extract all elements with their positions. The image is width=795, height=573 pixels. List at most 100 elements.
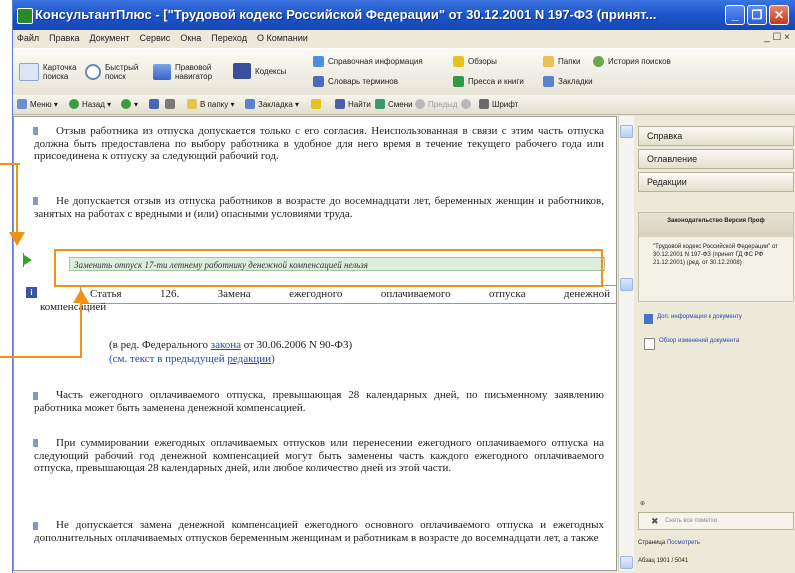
prev-button[interactable]: Предыд <box>415 99 458 109</box>
legal-navigator-icon <box>153 64 171 80</box>
next-button[interactable] <box>461 99 474 109</box>
additional-info-link[interactable]: Доп. информация к документу <box>644 314 742 324</box>
document-view[interactable]: Отзыв работника из отпуска допускается т… <box>13 116 617 571</box>
menu-icon <box>17 99 27 109</box>
redaction-link[interactable]: редакции <box>227 353 271 365</box>
press-books-button[interactable]: Пресса и книги <box>453 76 524 87</box>
reviews-icon <box>453 56 464 67</box>
annotation-line <box>80 302 82 358</box>
reference-info-button[interactable]: Справочная информация <box>313 56 423 67</box>
view-page-link[interactable]: Посмотреть <box>667 540 700 546</box>
expand-toggle[interactable]: ⊕ <box>640 500 645 507</box>
article-title-line2: компенсацией <box>40 301 107 313</box>
paragraph: Не допускается замена денежной компенсац… <box>34 519 604 544</box>
find-button[interactable]: Найти <box>335 99 371 109</box>
menu-service[interactable]: Сервис <box>135 30 176 43</box>
font-button[interactable]: Шрифт <box>479 99 518 109</box>
mdi-controls[interactable]: _ ☐ × <box>764 32 790 43</box>
law-link[interactable]: закона <box>211 339 241 351</box>
quick-search-button[interactable]: Быстрый поиск <box>85 63 145 81</box>
menu-document[interactable]: Документ <box>86 30 136 43</box>
print-icon <box>165 99 175 109</box>
prev-icon <box>415 99 425 109</box>
change-icon <box>375 99 385 109</box>
document-info-panel: Законодательство Версия Проф "Трудовой к… <box>638 212 794 302</box>
title-bar[interactable]: КонсультантПлюс - ["Трудовой кодекс Росс… <box>13 0 795 30</box>
document-scrollbar[interactable] <box>618 116 634 571</box>
menu-about[interactable]: О Компании <box>253 30 314 43</box>
scroll-up-button[interactable] <box>620 125 633 138</box>
highlight-icon <box>311 99 321 109</box>
paragraph: Отзыв работника из отпуска допускается т… <box>34 125 604 163</box>
paragraph: Не допускается отзыв из отпуска работник… <box>34 195 604 220</box>
annotation-arrow-up <box>73 289 89 303</box>
codes-icon <box>233 63 251 79</box>
print-button[interactable] <box>165 99 178 109</box>
restore-button[interactable]: ❐ <box>747 5 767 25</box>
reviews-button[interactable]: Обзоры <box>453 56 497 67</box>
menu-goto[interactable]: Переход <box>207 30 253 43</box>
document-toolbar: Меню ▾ Назад ▾ ▾ В папку ▾ Закладка ▾ На… <box>13 95 795 115</box>
window-title: КонсультантПлюс - ["Трудовой кодекс Росс… <box>35 7 657 22</box>
to-folder-button[interactable]: В папку ▾ <box>187 99 235 109</box>
search-card-icon <box>19 63 39 81</box>
tab-contents[interactable]: Оглавление <box>638 149 794 169</box>
dictionary-icon <box>313 76 324 87</box>
back-button[interactable]: Назад ▾ <box>69 99 111 109</box>
folders-icon <box>543 56 554 67</box>
app-logo-icon <box>17 8 33 24</box>
annotation-highlight-box <box>54 249 603 287</box>
search-history-button[interactable]: История поисков <box>593 56 671 67</box>
tab-redactions[interactable]: Редакции <box>638 172 794 192</box>
scroll-down-button[interactable] <box>620 556 633 569</box>
bookmark-button[interactable]: Закладка ▾ <box>245 99 299 109</box>
close-button[interactable]: ✕ <box>769 5 789 25</box>
press-books-icon <box>453 76 464 87</box>
annotation-arrow-down <box>9 232 25 246</box>
folders-button[interactable]: Папки <box>543 56 581 67</box>
previous-text-info: (см. текст в предыдущей редакции) <box>109 353 275 365</box>
annotation-line <box>0 356 82 358</box>
codes-button[interactable]: Кодексы <box>233 63 303 79</box>
annotation-line <box>16 163 18 233</box>
to-folder-icon <box>187 99 197 109</box>
info-icon[interactable]: i <box>26 287 37 298</box>
article-title-line1: Статья 126. Замена ежегодного оплачиваем… <box>90 288 610 300</box>
change-button[interactable]: Смени <box>375 99 413 109</box>
comment-flag-icon[interactable] <box>24 255 32 265</box>
find-icon <box>335 99 345 109</box>
search-history-icon <box>593 56 604 67</box>
paragraph: При суммировании ежегодных оплачиваемых … <box>34 437 604 475</box>
main-toolbar: Карточка поиска Быстрый поиск Правовой н… <box>13 48 795 96</box>
tab-reference[interactable]: Справка <box>638 126 794 146</box>
info-doc-icon <box>644 314 653 324</box>
back-icon <box>69 99 79 109</box>
changes-review-link[interactable]: Обзор изменений документа <box>644 338 739 350</box>
legal-navigator-button[interactable]: Правовой навигатор <box>153 63 223 81</box>
quick-search-icon <box>85 64 101 80</box>
clear-icon: ✖ <box>651 516 659 526</box>
menu-edit[interactable]: Правка <box>45 30 85 43</box>
page-status: Страница Посмотреть <box>638 540 700 546</box>
menu-bar: Файл Правка Документ Сервис Окна Переход О Ком… <box>13 30 795 48</box>
minimize-button[interactable]: _ <box>725 5 745 25</box>
document-icon <box>644 338 655 350</box>
menu-dropdown-button[interactable]: Меню ▾ <box>17 99 58 109</box>
font-icon <box>479 99 489 109</box>
dictionary-button[interactable]: Словарь терминов <box>313 76 398 87</box>
scroll-thumb[interactable] <box>620 278 633 291</box>
menu-file[interactable]: Файл <box>13 30 45 43</box>
redaction-info: (в ред. Федерального закона от 30.06.200… <box>109 339 353 351</box>
panel-header: Законодательство Версия Проф <box>639 213 793 237</box>
menu-windows[interactable]: Окна <box>176 30 207 43</box>
bookmarks-icon <box>543 76 554 87</box>
forward-button[interactable]: ▾ <box>121 99 138 109</box>
clear-marks-button[interactable]: ✖ Снять все пометки <box>638 512 794 530</box>
highlight-button[interactable] <box>311 99 324 109</box>
bookmark-icon <box>245 99 255 109</box>
panel-body: "Трудовой кодекс Российской Федерации" о… <box>653 244 778 266</box>
bookmarks-button[interactable]: Закладки <box>543 76 593 87</box>
search-card-button[interactable]: Карточка поиска <box>19 63 79 81</box>
save-button[interactable] <box>149 99 162 109</box>
save-icon <box>149 99 159 109</box>
